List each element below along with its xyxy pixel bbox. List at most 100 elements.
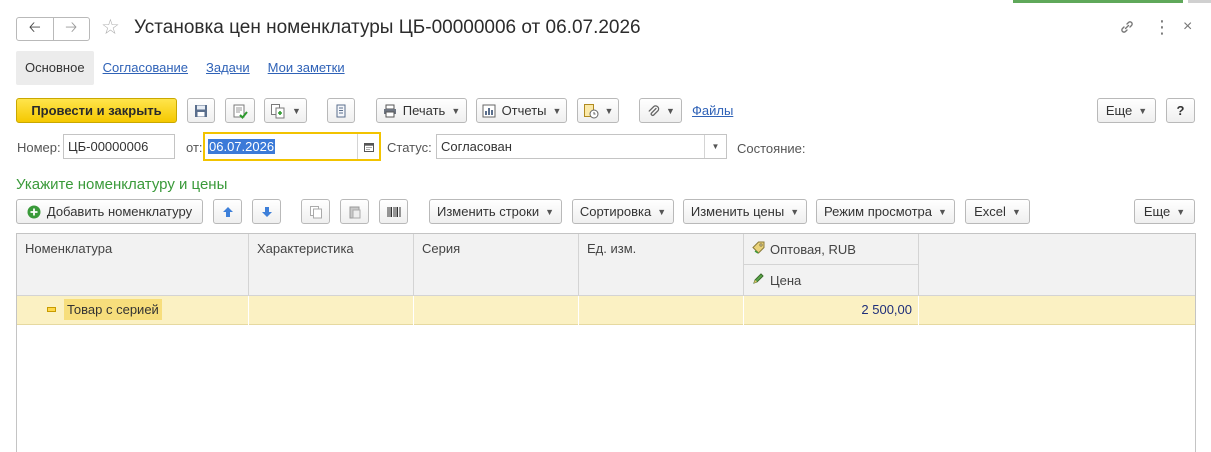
date-value: 06.07.2026	[208, 139, 276, 154]
chevron-down-icon: ▼	[451, 105, 461, 116]
window-tab-indicator	[1013, 0, 1183, 3]
price-tag-icon	[752, 241, 765, 257]
status-label: Статус:	[387, 140, 432, 155]
pencil-icon	[752, 272, 765, 288]
column-header-price[interactable]: Цена	[744, 265, 919, 296]
forward-button[interactable]: 🡢	[52, 18, 90, 40]
change-rows-label: Изменить строки	[436, 204, 540, 219]
change-prices-button[interactable]: Изменить цены ▼	[683, 199, 807, 224]
tab-my-notes[interactable]: Мои заметки	[259, 51, 354, 85]
reports-label: Отчеты	[501, 103, 547, 118]
sort-label: Сортировка	[579, 204, 652, 219]
arrow-left-icon: 🡠	[28, 18, 41, 36]
table-row[interactable]: Товар с серией 2 500,00	[17, 296, 1195, 325]
paperclip-icon	[646, 104, 660, 118]
post-and-close-button[interactable]: Провести и закрыть	[16, 98, 177, 123]
copy-button[interactable]	[301, 199, 330, 224]
title-bar: 🡠 🡢 ☆ Установка цен номенклатуры ЦБ-0000…	[0, 10, 1211, 46]
chevron-down-icon: ▼	[1011, 206, 1021, 217]
arrow-right-icon: 🡢	[65, 18, 78, 36]
chevron-down-icon: ▼	[552, 105, 562, 116]
print-button[interactable]: Печать ▼	[376, 98, 467, 123]
table-more-button[interactable]: Еще ▼	[1134, 199, 1195, 224]
create-based-on-button[interactable]: ▼	[264, 98, 307, 123]
calendar-icon	[363, 142, 374, 152]
favorite-star-icon[interactable]: ☆	[101, 15, 120, 40]
help-button[interactable]: ?	[1166, 98, 1195, 123]
cell-nomenclature[interactable]: Товар с серией	[17, 296, 249, 325]
status-dropdown-button[interactable]: ▼	[704, 135, 726, 158]
save-button[interactable]	[187, 98, 215, 123]
tab-approval[interactable]: Согласование	[94, 51, 197, 85]
tab-tasks[interactable]: Задачи	[197, 51, 259, 85]
window-tab-indicator-inactive	[1188, 0, 1211, 3]
more-vertical-icon[interactable]: ⋮	[1153, 17, 1171, 38]
change-rows-button[interactable]: Изменить строки ▼	[429, 199, 562, 224]
view-mode-button[interactable]: Режим просмотра ▼	[816, 199, 955, 224]
barcode-button[interactable]	[379, 199, 408, 224]
cell-unit[interactable]	[579, 296, 744, 325]
chevron-down-icon: ▼	[790, 206, 800, 217]
clipboard-icon	[348, 205, 362, 219]
chevron-down-icon: ▼	[657, 206, 667, 217]
add-circle-icon	[27, 205, 41, 219]
post-document-icon	[232, 103, 248, 119]
date-field[interactable]: 06.07.2026	[203, 132, 381, 161]
add-nomenclature-label: Добавить номенклатуру	[46, 204, 193, 219]
tab-main[interactable]: Основное	[16, 51, 94, 85]
document-clock-icon	[583, 103, 599, 119]
cell-series[interactable]	[414, 296, 579, 325]
column-header-price-type[interactable]: Оптовая, RUB	[744, 234, 919, 265]
printer-icon	[383, 104, 397, 118]
link-icon[interactable]	[1119, 19, 1135, 40]
status-select[interactable]: Согласован ▼	[436, 134, 727, 159]
copy-icon	[309, 205, 323, 219]
document-actions-button[interactable]: ▼	[577, 98, 619, 123]
column-header-characteristic[interactable]: Характеристика	[249, 234, 414, 296]
paste-button[interactable]	[340, 199, 369, 224]
print-label: Печать	[402, 103, 446, 118]
move-down-button[interactable]	[252, 199, 281, 224]
move-up-button[interactable]	[213, 199, 242, 224]
chevron-down-icon: ▼	[545, 206, 555, 217]
form-tabs: Основное Согласование Задачи Мои заметки	[16, 51, 354, 85]
prices-table: Номенклатура Характеристика Серия Ед. из…	[16, 233, 1196, 452]
back-button[interactable]: 🡠	[17, 18, 53, 40]
price-label: Цена	[770, 272, 802, 288]
list-structure-icon	[334, 104, 348, 118]
change-prices-label: Изменить цены	[690, 204, 785, 219]
page-title: Установка цен номенклатуры ЦБ-00000006 о…	[134, 17, 641, 38]
chevron-down-icon: ▼	[1138, 105, 1148, 116]
cell-characteristic[interactable]	[249, 296, 414, 325]
column-header-nomenclature[interactable]: Номенклатура	[17, 234, 249, 296]
chevron-down-icon: ▼	[938, 206, 947, 217]
calendar-button[interactable]	[357, 134, 379, 159]
excel-label: Excel	[974, 204, 1006, 219]
structure-button[interactable]	[327, 98, 355, 123]
sort-button[interactable]: Сортировка ▼	[572, 199, 674, 224]
price-type-label: Оптовая, RUB	[770, 241, 856, 257]
section-title: Укажите номенклатуру и цены	[16, 176, 228, 193]
arrow-up-icon	[222, 206, 234, 218]
number-label: Номер:	[17, 140, 61, 155]
table-more-label: Еще	[1143, 204, 1171, 219]
post-button[interactable]	[225, 98, 255, 123]
more-button[interactable]: Еще ▼	[1097, 98, 1156, 123]
excel-button[interactable]: Excel ▼	[965, 199, 1030, 224]
number-field[interactable]: ЦБ-00000006	[63, 134, 175, 159]
attachments-button[interactable]: ▼	[639, 98, 682, 123]
save-icon	[194, 104, 208, 118]
collapse-minus-icon[interactable]	[47, 307, 56, 313]
date-label: от:	[186, 140, 203, 155]
add-nomenclature-button[interactable]: Добавить номенклатуру	[16, 199, 203, 224]
close-icon[interactable]: ×	[1183, 18, 1192, 36]
reports-button[interactable]: Отчеты ▼	[476, 98, 567, 123]
create-based-on-icon	[270, 103, 286, 119]
column-header-series[interactable]: Серия	[414, 234, 579, 296]
files-link[interactable]: Файлы	[692, 103, 733, 118]
column-header-unit[interactable]: Ед. изм.	[579, 234, 744, 296]
state-label: Состояние:	[737, 141, 806, 156]
history-nav: 🡠 🡢	[16, 17, 90, 41]
cell-price[interactable]: 2 500,00	[744, 296, 919, 325]
more-label: Еще	[1105, 103, 1133, 118]
